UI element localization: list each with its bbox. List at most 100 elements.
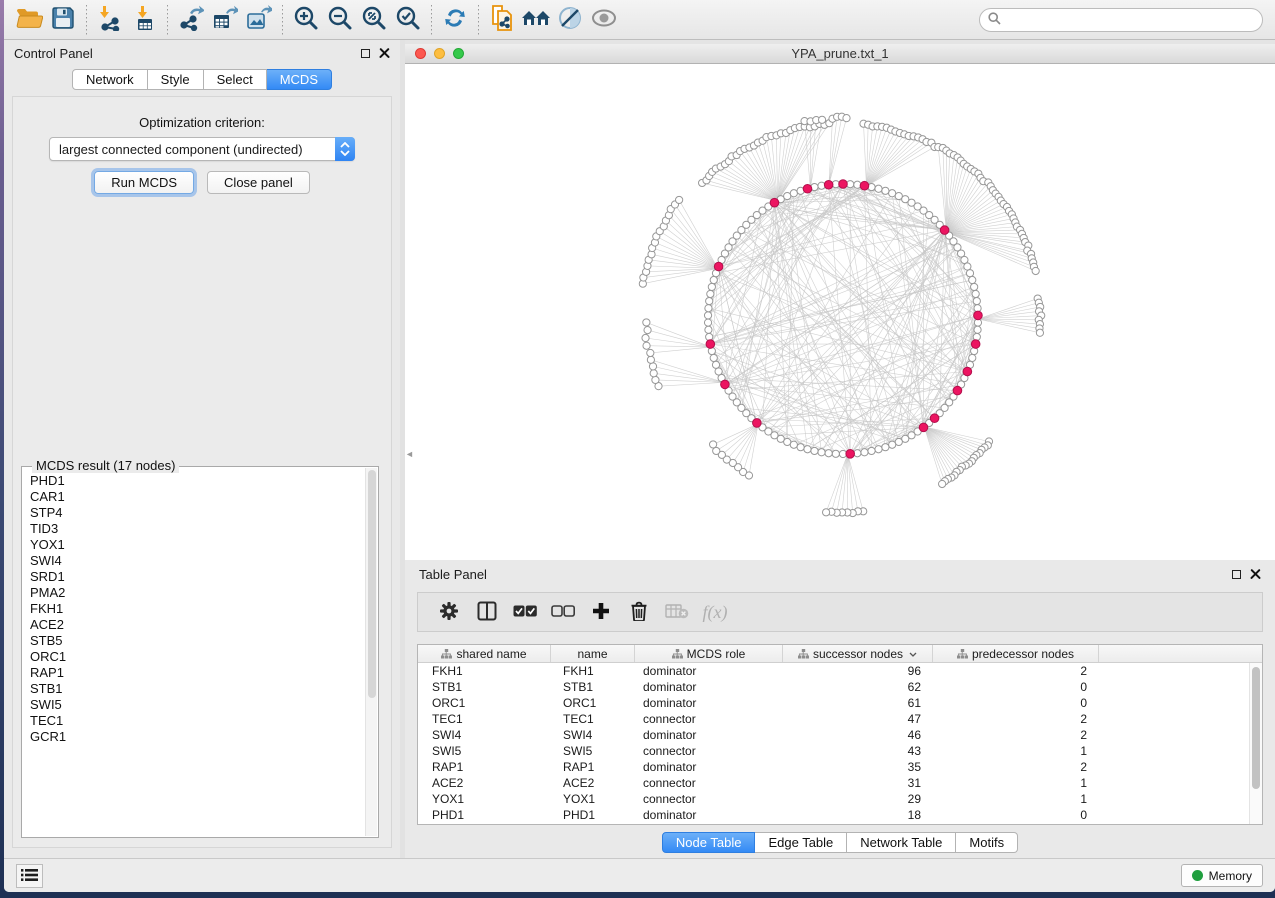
mcds-result-group: MCDS result (17 nodes) PHD1CAR1STP4TID3Y… <box>21 466 379 838</box>
search-input[interactable] <box>1006 13 1254 27</box>
tab-network[interactable]: Network <box>72 69 148 90</box>
select-all-columns-button[interactable] <box>506 596 544 628</box>
tab-node-table[interactable]: Node Table <box>662 832 756 853</box>
function-builder-button[interactable]: f(x) <box>696 596 734 628</box>
node-table-header: shared namenameMCDS rolesuccessor nodesp… <box>418 645 1262 663</box>
tab-style[interactable]: Style <box>148 69 204 90</box>
close-table-panel-icon[interactable] <box>1250 569 1261 580</box>
unselect-all-columns-button[interactable] <box>544 596 582 628</box>
zoom-selected-icon <box>395 5 421 34</box>
close-panel-button[interactable]: Close panel <box>207 171 310 194</box>
show-graphics-details-button[interactable] <box>587 4 621 36</box>
tab-network-table[interactable]: Network Table <box>847 832 956 853</box>
network-window-titlebar[interactable]: YPA_prune.txt_1 <box>405 44 1275 64</box>
mcds-result-item[interactable]: STP4 <box>30 505 364 521</box>
table-cell: FKH1 <box>418 663 551 679</box>
column-header-name[interactable]: name <box>551 645 635 662</box>
column-header-shared-name[interactable]: shared name <box>418 645 551 662</box>
node-table-rows: FKH1FKH1dominator962STB1STB1dominator620… <box>418 663 1262 823</box>
table-row[interactable]: YOX1YOX1connector291 <box>418 791 1262 807</box>
main-toolbar <box>4 0 1275 40</box>
open-file-button[interactable] <box>12 4 46 36</box>
mcds-result-item[interactable]: YOX1 <box>30 537 364 553</box>
network-canvas[interactable]: ◄ <box>405 64 1275 560</box>
mcds-result-item[interactable]: STB1 <box>30 681 364 697</box>
mcds-result-item[interactable]: RAP1 <box>30 665 364 681</box>
optimization-criterion-label: Optimization criterion: <box>13 115 391 130</box>
column-header-successor-nodes[interactable]: successor nodes <box>783 645 933 662</box>
float-table-panel-icon[interactable] <box>1232 570 1241 579</box>
criterion-select[interactable]: largest connected component (undirected) <box>49 137 355 161</box>
delete-table-button[interactable] <box>658 596 696 628</box>
zoom-fit-button[interactable] <box>357 4 391 36</box>
run-mcds-button[interactable]: Run MCDS <box>94 171 194 194</box>
create-column-button[interactable] <box>582 596 620 628</box>
mcds-result-item[interactable]: SWI4 <box>30 553 364 569</box>
refresh-button[interactable] <box>438 4 472 36</box>
sitemap-icon <box>957 649 968 659</box>
table-scrollbar[interactable] <box>1249 663 1262 824</box>
network-graph-svg <box>405 64 1275 560</box>
table-row[interactable]: RAP1RAP1dominator352 <box>418 759 1262 775</box>
close-panel-icon[interactable] <box>379 48 390 59</box>
mcds-result-item[interactable]: CAR1 <box>30 489 364 505</box>
table-cell: connector <box>635 775 783 791</box>
column-header-MCDS-role[interactable]: MCDS role <box>635 645 783 662</box>
table-row[interactable]: FKH1FKH1dominator962 <box>418 663 1262 679</box>
mcds-result-item[interactable]: TID3 <box>30 521 364 537</box>
tab-motifs[interactable]: Motifs <box>956 832 1018 853</box>
export-table-button[interactable] <box>208 4 242 36</box>
show-panel-list-button[interactable] <box>16 864 43 888</box>
tab-mcds[interactable]: MCDS <box>267 69 332 90</box>
tab-select[interactable]: Select <box>204 69 267 90</box>
table-cell: STB1 <box>418 679 551 695</box>
tab-edge-table[interactable]: Edge Table <box>755 832 847 853</box>
delete-column-button[interactable] <box>620 596 658 628</box>
table-cell: SWI5 <box>418 743 551 759</box>
table-scrollbar-thumb[interactable] <box>1252 667 1260 789</box>
table-cell: ACE2 <box>418 775 551 791</box>
mcds-result-item[interactable]: PHD1 <box>30 473 364 489</box>
table-tabs: Node TableEdge TableNetwork TableMotifs <box>405 832 1275 853</box>
mcds-list-scrollbar[interactable] <box>365 468 377 836</box>
export-image-button[interactable] <box>242 4 276 36</box>
table-settings-button[interactable] <box>430 596 468 628</box>
table-cell: 18 <box>783 807 933 823</box>
table-row[interactable]: STB1STB1dominator620 <box>418 679 1262 695</box>
zoom-selected-button[interactable] <box>391 4 425 36</box>
splitter-collapse-icon[interactable]: ◄ <box>405 448 412 460</box>
table-cell: dominator <box>635 663 783 679</box>
zoom-in-button[interactable] <box>289 4 323 36</box>
export-network-button[interactable] <box>174 4 208 36</box>
mcds-result-item[interactable]: SWI5 <box>30 697 364 713</box>
table-row[interactable]: SWI4SWI4dominator462 <box>418 727 1262 743</box>
mcds-result-item[interactable]: FKH1 <box>30 601 364 617</box>
table-row[interactable]: TEC1TEC1connector472 <box>418 711 1262 727</box>
mcds-result-item[interactable]: TEC1 <box>30 713 364 729</box>
table-row[interactable]: SWI5SWI5connector431 <box>418 743 1262 759</box>
import-network-button[interactable] <box>93 4 127 36</box>
table-row[interactable]: ORC1ORC1dominator610 <box>418 695 1262 711</box>
first-neighbors-button[interactable] <box>519 4 553 36</box>
memory-button[interactable]: Memory <box>1181 864 1263 887</box>
mcds-result-item[interactable]: GCR1 <box>30 729 364 745</box>
control-panel-titlebar: Control Panel <box>4 40 400 66</box>
table-row[interactable]: ACE2ACE2connector311 <box>418 775 1262 791</box>
hide-selected-button[interactable] <box>553 4 587 36</box>
clone-network-button[interactable] <box>485 4 519 36</box>
save-session-button[interactable] <box>46 4 80 36</box>
table-panel-titlebar: Table Panel <box>405 560 1275 588</box>
search-box[interactable] <box>979 8 1263 32</box>
mcds-result-item[interactable]: STB5 <box>30 633 364 649</box>
table-row[interactable]: PHD1PHD1dominator180 <box>418 807 1262 823</box>
mcds-result-item[interactable]: ACE2 <box>30 617 364 633</box>
mcds-result-item[interactable]: PMA2 <box>30 585 364 601</box>
save-disk-icon <box>51 6 75 33</box>
mcds-result-item[interactable]: SRD1 <box>30 569 364 585</box>
zoom-out-button[interactable] <box>323 4 357 36</box>
column-header-predecessor-nodes[interactable]: predecessor nodes <box>933 645 1099 662</box>
show-columns-button[interactable] <box>468 596 506 628</box>
mcds-result-item[interactable]: ORC1 <box>30 649 364 665</box>
import-table-button[interactable] <box>127 4 161 36</box>
float-panel-icon[interactable] <box>361 49 370 58</box>
